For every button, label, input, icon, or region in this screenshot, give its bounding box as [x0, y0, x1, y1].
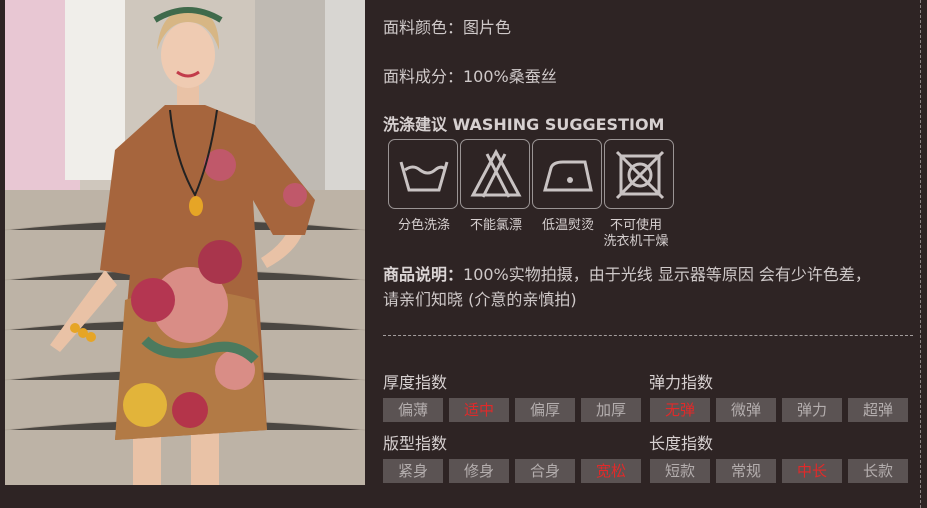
description-text: 100%实物拍摄，由于光线 显示器等原因 会有少许色差， — [463, 265, 871, 284]
elasticity-option: 弹力 — [782, 398, 842, 422]
fabric-composition: 面料成分：100%桑蚕丝 — [383, 67, 557, 86]
thickness-title: 厚度指数 — [383, 373, 448, 392]
fit-title: 版型指数 — [383, 434, 448, 453]
hand-wash-icon — [388, 139, 458, 209]
no-machine-dry-label-line1: 不可使用 — [609, 218, 662, 233]
thickness-option: 偏薄 — [383, 398, 443, 422]
right-dashed-border — [920, 0, 921, 508]
thickness-option-selected: 适中 — [449, 398, 509, 422]
length-option-selected: 中长 — [782, 459, 842, 483]
description-label: 商品说明： — [383, 265, 464, 284]
no-bleach-label: 不能氯漂 — [469, 218, 522, 233]
product-description: 商品说明：100%实物拍摄，由于光线 显示器等原因 会有少许色差， 请亲们知晓 … — [383, 262, 913, 312]
no-machine-dry-label-line2: 洗衣机干燥 — [603, 234, 669, 249]
length-title: 长度指数 — [649, 434, 714, 453]
elasticity-option-selected: 无弹 — [650, 398, 710, 422]
elasticity-option: 微弹 — [716, 398, 776, 422]
length-option: 短款 — [650, 459, 710, 483]
length-option: 常规 — [716, 459, 776, 483]
no-machine-dry-icon — [604, 139, 674, 209]
fit-option: 合身 — [515, 459, 575, 483]
fit-option-selected: 宽松 — [581, 459, 641, 483]
low-iron-icon — [532, 139, 602, 209]
fit-option: 修身 — [449, 459, 509, 483]
no-machine-dry-label: 不可使用 洗衣机干燥 — [596, 218, 676, 250]
thickness-option: 偏厚 — [515, 398, 575, 422]
washing-title: 洗涤建议 WASHING SUGGESTIOM — [383, 115, 665, 134]
fit-option: 紧身 — [383, 459, 443, 483]
section-divider — [383, 335, 913, 336]
product-photo — [5, 0, 365, 485]
description-text-2: 请亲们知晓 (介意的亲慎拍) — [383, 290, 577, 309]
hand-wash-label: 分色洗涤 — [397, 218, 450, 233]
length-option: 长款 — [848, 459, 908, 483]
elasticity-option: 超弹 — [848, 398, 908, 422]
no-bleach-icon — [460, 139, 530, 209]
thickness-option: 加厚 — [581, 398, 641, 422]
elasticity-title: 弹力指数 — [649, 373, 714, 392]
fabric-color: 面料颜色：图片色 — [383, 18, 512, 37]
